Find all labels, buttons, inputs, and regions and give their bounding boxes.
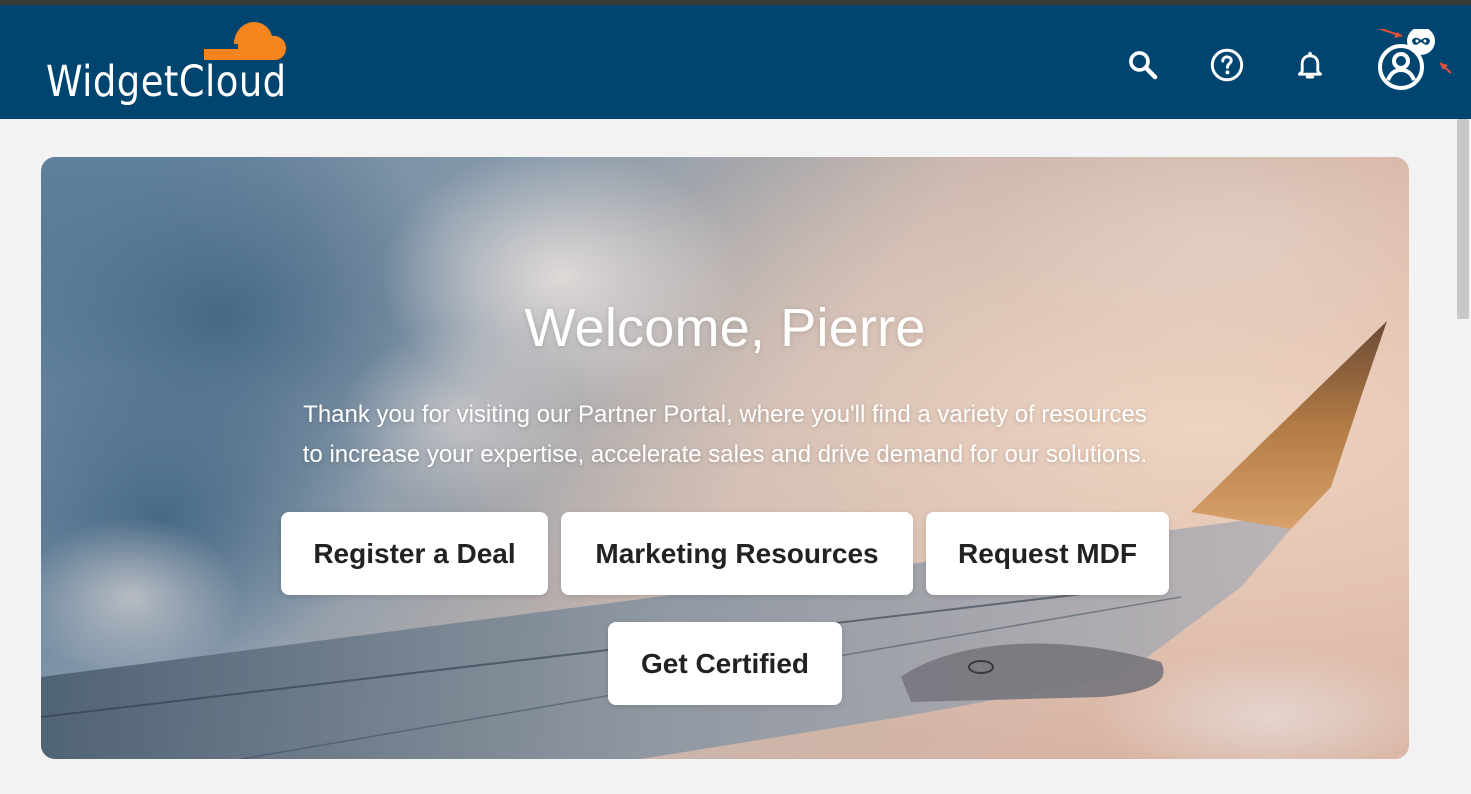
welcome-heading: Welcome, Pierre	[524, 298, 926, 358]
welcome-description-line1: Thank you for visiting our Partner Porta…	[303, 401, 1147, 428]
user-account-icon	[1377, 29, 1452, 90]
welcome-hero-banner: Welcome, Pierre Thank you for visiting o…	[41, 157, 1409, 759]
brand-name: WidgetCloud	[46, 57, 287, 107]
get-certified-button[interactable]: Get Certified	[608, 622, 842, 705]
hero-content: Welcome, Pierre Thank you for visiting o…	[41, 157, 1409, 759]
user-account-button[interactable]	[1372, 29, 1452, 99]
brand-logo[interactable]: WidgetCloud	[46, 17, 306, 117]
page-scrollbar-thumb[interactable]	[1457, 119, 1469, 319]
help-icon	[1210, 48, 1244, 82]
register-deal-button[interactable]: Register a Deal	[281, 512, 548, 595]
notifications-button[interactable]	[1286, 41, 1334, 89]
top-nav-bar: WidgetCloud	[0, 5, 1471, 119]
welcome-description: Thank you for visiting our Partner Porta…	[41, 395, 1409, 475]
marketing-resources-button[interactable]: Marketing Resources	[561, 512, 913, 595]
search-button[interactable]	[1119, 41, 1167, 89]
request-mdf-button[interactable]: Request MDF	[926, 512, 1169, 595]
bell-icon	[1297, 51, 1323, 79]
search-icon	[1129, 51, 1158, 80]
help-button[interactable]	[1203, 41, 1251, 89]
welcome-description-line2: to increase your expertise, accelerate s…	[302, 441, 1148, 468]
